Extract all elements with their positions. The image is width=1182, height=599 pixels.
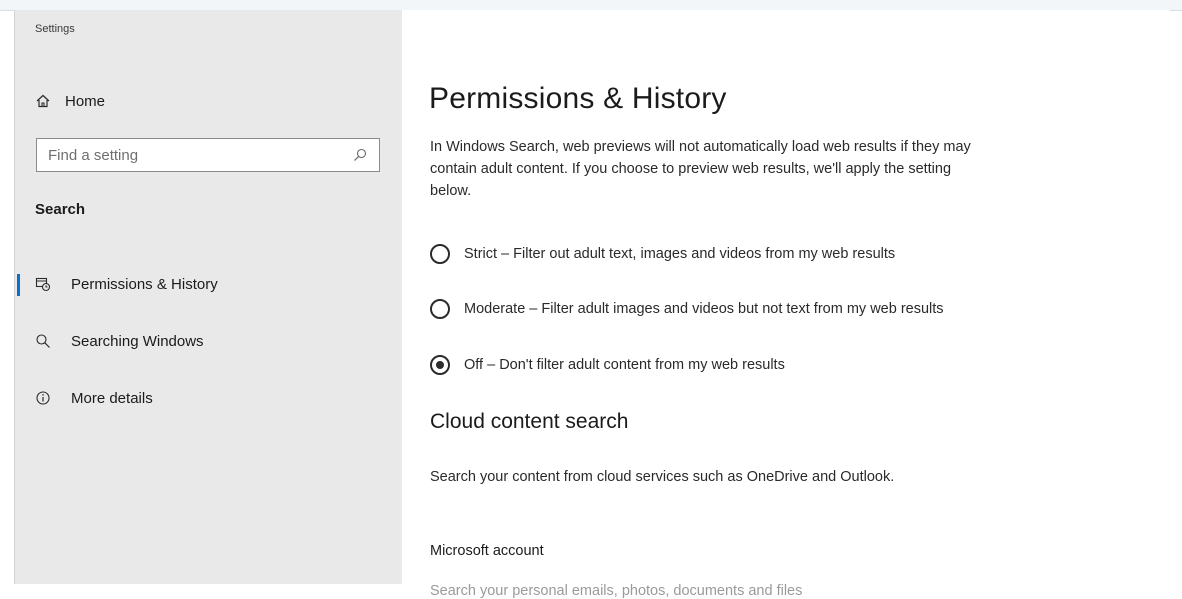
- cloud-section-title: Cloud content search: [430, 410, 629, 433]
- radio-label: Off – Don't filter adult content from my…: [464, 357, 785, 373]
- home-icon: [36, 94, 50, 108]
- safesearch-strict-option[interactable]: Strict – Filter out adult text, images a…: [430, 243, 964, 265]
- page-title: Permissions & History: [429, 82, 727, 115]
- sidebar-item-label: More details: [71, 389, 153, 407]
- find-setting-box[interactable]: [36, 138, 380, 172]
- permissions-history-icon: [35, 277, 51, 292]
- search-icon[interactable]: [353, 148, 367, 162]
- radio-selected-dot: [436, 361, 444, 369]
- radio-button[interactable]: [430, 244, 450, 264]
- home-label: Home: [65, 92, 106, 110]
- intro-text: In Windows Search, web previews will not…: [430, 139, 971, 199]
- app-title: Settings: [35, 23, 75, 35]
- sidebar-item-label: Searching Windows: [71, 332, 204, 350]
- microsoft-account-description: Search your personal emails, photos, doc…: [430, 583, 803, 599]
- radio-button-selected[interactable]: [430, 355, 450, 375]
- main-content: Permissions & History In Windows Search,…: [402, 10, 1170, 599]
- radio-button[interactable]: [430, 299, 450, 319]
- sidebar-item-more-details[interactable]: More details: [35, 386, 153, 410]
- cloud-description: Search your content from cloud services …: [430, 469, 895, 485]
- info-icon: [36, 391, 50, 405]
- sidebar-item-label: Permissions & History: [71, 275, 218, 293]
- radio-label: Moderate – Filter adult images and video…: [464, 301, 944, 317]
- search-icon: [36, 334, 50, 348]
- find-setting-input[interactable]: [37, 145, 353, 165]
- sidebar: Settings Home Search Permissions & Histo…: [15, 10, 402, 584]
- sidebar-item-permissions-history[interactable]: Permissions & History: [35, 272, 218, 296]
- safesearch-moderate-option[interactable]: Moderate – Filter adult images and video…: [430, 298, 964, 320]
- sidebar-section-label: Search: [35, 201, 86, 218]
- sidebar-item-searching-windows[interactable]: Searching Windows: [35, 329, 204, 353]
- safesearch-off-option[interactable]: Off – Don't filter adult content from my…: [430, 354, 964, 376]
- microsoft-account-label: Microsoft account: [430, 543, 544, 559]
- home-nav-item[interactable]: Home: [35, 91, 105, 111]
- radio-label: Strict – Filter out adult text, images a…: [464, 246, 896, 262]
- selected-indicator: [17, 274, 20, 296]
